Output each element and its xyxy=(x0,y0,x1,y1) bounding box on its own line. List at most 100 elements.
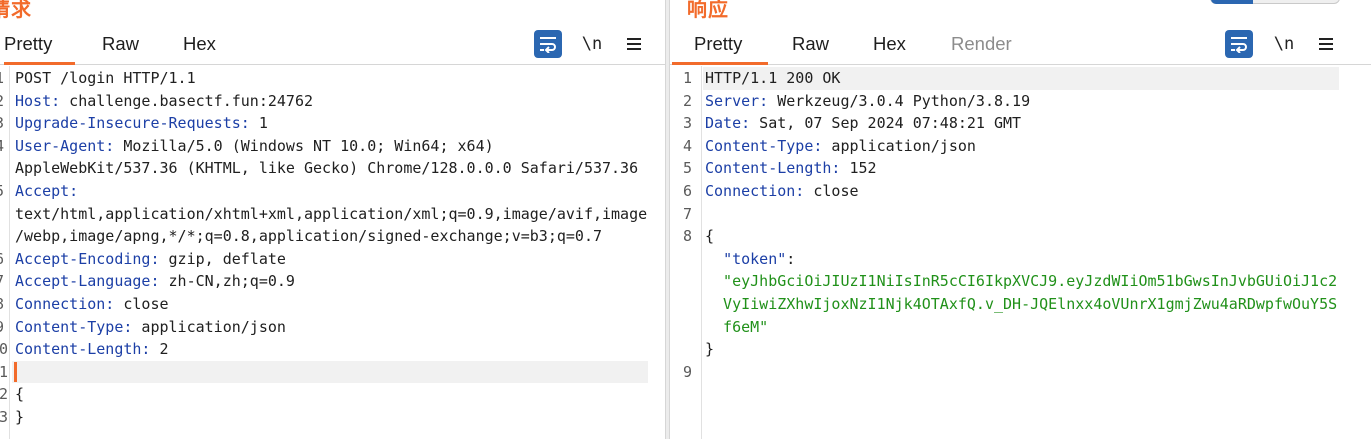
header-name: Connection: xyxy=(705,182,805,200)
request-editor[interactable]: 1 POST /login HTTP/1.1 2 Host: challenge.ba… xyxy=(0,66,665,439)
code-line[interactable]: 13} xyxy=(0,406,665,429)
header-name: Content-Length: xyxy=(705,159,841,178)
layout-toggle-active-segment[interactable] xyxy=(1211,0,1253,4)
code-text: close xyxy=(114,295,169,313)
request-panel: 请求 Pretty Raw Hex \n 1 POST /login HTTP/1… xyxy=(0,0,665,439)
line-content: User-Agent: Mozilla/5.0 (Windows NT 10.0… xyxy=(15,135,494,158)
header-name: Content-Type: xyxy=(705,136,823,155)
response-tab-pretty[interactable]: Pretty xyxy=(672,33,768,65)
code-line[interactable]: "token": xyxy=(670,248,1371,271)
json-string: f6eM" xyxy=(705,317,769,336)
code-line[interactable]: 4 Content-Type: application/json xyxy=(670,135,1371,158)
line-number: 1 xyxy=(682,69,692,87)
code-text: POST /login HTTP/1.1 xyxy=(15,69,196,87)
code-line[interactable]: "eyJhbGciOiJIUzI1NiIsInR5cCI6IkpXVCJ9.ey… xyxy=(670,270,1371,293)
code-line[interactable]: 1 HTTP/1.1 200 OK xyxy=(670,67,1371,90)
header-name: Connection: xyxy=(15,295,115,313)
header-name: Date: xyxy=(705,114,751,133)
response-panel: 响应 Pretty Raw Hex Render \n 1 HTTP/1.1 20… xyxy=(670,0,1371,439)
header-name: Upgrade-Insecure-Requests: xyxy=(15,114,250,133)
header-name: Content-Length: xyxy=(15,340,151,359)
line-number: 2 xyxy=(682,91,692,110)
header-name: User-Agent: xyxy=(15,136,115,155)
code-text: /webp,image/apng,*/*;q=0.8,application/s… xyxy=(15,227,602,246)
line-number: 6 xyxy=(0,248,4,271)
code-line[interactable]: } xyxy=(670,338,1371,361)
request-tab-hex[interactable]: Hex xyxy=(183,33,216,65)
line-number: 8 xyxy=(0,293,4,316)
code-line[interactable]: 4 User-Agent: Mozilla/5.0 (Windows NT 10.… xyxy=(0,135,665,158)
code-line[interactable]: 10 Content-Length: 2 xyxy=(0,338,665,361)
code-line[interactable]: f6eM" xyxy=(670,316,1371,339)
current-line-highlight xyxy=(12,360,648,384)
request-menu-button[interactable] xyxy=(620,30,648,58)
code-line[interactable]: 5 Content-Length: 152 xyxy=(670,157,1371,180)
code-line[interactable]: 7 Accept-Language: zh-CN,zh;q=0.9 xyxy=(0,270,665,293)
line-number: 9 xyxy=(0,316,4,339)
line-content: Connection: close xyxy=(15,293,169,316)
line-content: Content-Type: application/json xyxy=(705,135,976,158)
code-line[interactable]: 1 POST /login HTTP/1.1 xyxy=(0,67,665,90)
code-line[interactable]: 3 Date: Sat, 07 Sep 2024 07:48:21 GMT xyxy=(670,112,1371,135)
code-line[interactable]: text/html,application/xhtml+xml,applicat… xyxy=(0,203,665,226)
request-show-newlines-button[interactable]: \n xyxy=(580,30,604,58)
code-text: gzip, deflate xyxy=(159,249,286,268)
header-name: Accept-Encoding: xyxy=(15,249,160,268)
wrap-lines-icon xyxy=(540,37,556,53)
line-content: AppleWebKit/537.36 (KHTML, like Gecko) C… xyxy=(15,157,638,180)
code-line[interactable]: VyIiwiZXhwIjoxNzI1Njk4OTAxfQ.v_DH-JQElnx… xyxy=(670,293,1371,316)
code-line[interactable]: 9 xyxy=(670,361,1371,384)
line-number: 7 xyxy=(682,204,692,223)
layout-toggle[interactable] xyxy=(1210,0,1340,4)
line-content: Host: challenge.basectf.fun:24762 xyxy=(15,90,313,113)
line-content: "token": xyxy=(705,248,795,271)
line-content: } xyxy=(705,338,714,361)
line-number: 4 xyxy=(0,135,4,158)
request-tab-raw[interactable]: Raw xyxy=(102,33,139,65)
header-name: Accept-Language: xyxy=(15,272,160,291)
code-line[interactable]: 11 xyxy=(0,360,665,384)
line-content: VyIiwiZXhwIjoxNzI1Njk4OTAxfQ.v_DH-JQElnx… xyxy=(705,293,1337,316)
code-line[interactable]: 2 Server: Werkzeug/3.0.4 Python/3.8.19 xyxy=(670,90,1371,113)
code-line[interactable]: 3 Upgrade-Insecure-Requests: 1 xyxy=(0,112,665,135)
line-content: { xyxy=(705,225,714,248)
code-line[interactable]: 8{ xyxy=(670,225,1371,248)
code-line[interactable]: 7 xyxy=(670,203,1371,226)
response-tab-raw[interactable]: Raw xyxy=(792,33,829,65)
header-name: Server: xyxy=(705,91,769,110)
code-line[interactable]: 2 Host: challenge.basectf.fun:24762 xyxy=(0,90,665,113)
request-tab-pretty[interactable]: Pretty xyxy=(4,33,75,65)
hamburger-menu-icon xyxy=(627,38,641,50)
line-content: } xyxy=(15,406,24,429)
response-menu-button[interactable] xyxy=(1312,30,1340,58)
code-line[interactable]: /webp,image/apng,*/*;q=0.8,application/s… xyxy=(0,225,665,248)
header-name: Accept: xyxy=(15,182,79,200)
line-number: 13 xyxy=(0,408,9,426)
code-line[interactable]: 6 Connection: close xyxy=(670,180,1371,203)
line-number: 10 xyxy=(0,340,9,359)
line-content: Content-Length: 152 xyxy=(705,157,877,180)
code-line[interactable]: 5 Accept: xyxy=(0,180,665,203)
code-line[interactable]: AppleWebKit/537.36 (KHTML, like Gecko) C… xyxy=(0,157,665,180)
json-string: VyIiwiZXhwIjoxNzI1Njk4OTAxfQ.v_DH-JQElnx… xyxy=(705,295,1338,313)
response-tab-bar: Pretty Raw Hex Render xyxy=(670,27,1371,65)
response-editor[interactable]: 1 HTTP/1.1 200 OK 2 Server: Werkzeug/3.0.4 … xyxy=(670,66,1371,439)
line-content: Upgrade-Insecure-Requests: 1 xyxy=(15,112,268,135)
code-line[interactable]: 6 Accept-Encoding: gzip, deflate xyxy=(0,248,665,271)
code-text: text/html,application/xhtml+xml,applicat… xyxy=(15,204,648,223)
code-text: 152 xyxy=(840,159,877,178)
code-line[interactable]: 8 Connection: close xyxy=(0,293,665,316)
code-line[interactable]: 9 Content-Type: application/json xyxy=(0,316,665,339)
response-show-newlines-button[interactable]: \n xyxy=(1272,30,1296,58)
line-content: Connection: close xyxy=(705,180,859,203)
line-content: Server: Werkzeug/3.0.4 Python/3.8.19 xyxy=(705,90,1030,113)
response-tab-render[interactable]: Render xyxy=(951,33,1012,65)
line-number: 9 xyxy=(682,362,692,381)
response-tab-hex[interactable]: Hex xyxy=(873,33,906,65)
code-text: application/json xyxy=(822,136,976,155)
response-wrap-lines-button[interactable] xyxy=(1225,30,1253,58)
code-line[interactable]: 12 { xyxy=(0,383,665,406)
line-number: 1 xyxy=(0,67,4,90)
request-wrap-lines-button[interactable] xyxy=(534,30,562,58)
